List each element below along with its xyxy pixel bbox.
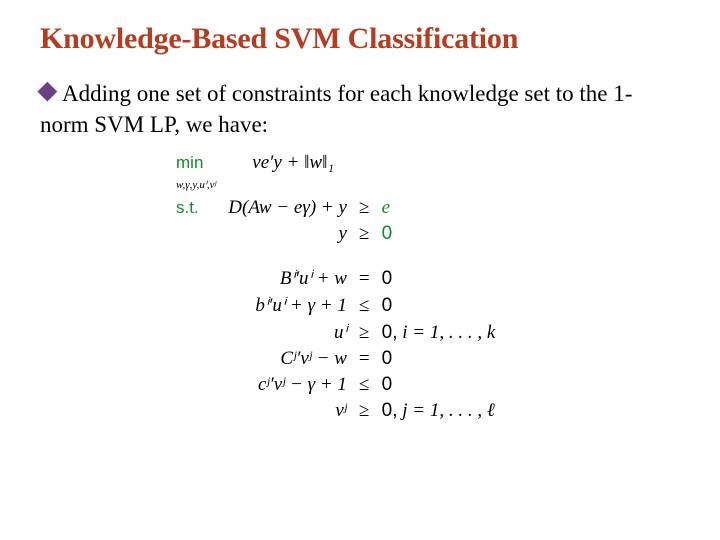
k3-rhs: 0, <box>382 322 398 343</box>
k6-rel: ≥ <box>359 400 369 421</box>
k2-rel: ≤ <box>359 295 369 316</box>
c1-rel: ≥ <box>359 197 369 218</box>
k1-lhs: Bⁱ′uⁱ + w <box>280 268 347 289</box>
k5-lhs: cʲ′vʲ − γ + 1 <box>258 374 347 395</box>
k3-lhs: uⁱ <box>334 322 347 343</box>
k1-rel: = <box>359 268 370 289</box>
k6-tail: j = 1, . . . , ℓ <box>397 400 494 421</box>
k4-rel: = <box>359 348 370 369</box>
k6-lhs: vʲ <box>335 400 347 421</box>
k1-rhs: 0 <box>382 268 393 289</box>
k5-rel: ≤ <box>359 374 369 395</box>
k2-rhs: 0 <box>382 295 393 316</box>
equation-table: min w,γ,y,uⁱ,vʲ νe′y + ‖w‖₁ s.t. D(Aw − … <box>170 150 501 424</box>
k2-lhs: bⁱ′uⁱ + γ + 1 <box>255 295 347 316</box>
c2-rel: ≥ <box>359 223 369 244</box>
lp-formulation: min w,γ,y,uⁱ,vʲ νe′y + ‖w‖₁ s.t. D(Aw − … <box>170 150 680 424</box>
c2-rhs: 0 <box>382 223 393 244</box>
diamond-bullet-icon <box>37 82 57 102</box>
k4-rhs: 0 <box>382 348 393 369</box>
st-label: s.t. <box>176 198 199 217</box>
c2-lhs: y <box>338 223 346 244</box>
min-subscript: w,γ,y,uⁱ,vʲ <box>176 179 216 191</box>
k3-rel: ≥ <box>359 322 369 343</box>
c1-lhs: D(Aw − eγ) + y <box>228 197 347 218</box>
body-paragraph: Adding one set of constraints for each k… <box>40 78 680 140</box>
k4-lhs: Cʲ′vʲ − w <box>280 348 347 369</box>
min-label: min <box>176 153 203 172</box>
objective-expression: νe′y + ‖w‖₁ <box>252 152 334 173</box>
k6-rhs: 0, <box>382 400 398 421</box>
body-text: Adding one set of constraints for each k… <box>40 81 632 137</box>
c1-rhs: e <box>382 197 390 218</box>
slide-container: Knowledge-Based SVM Classification Addin… <box>0 0 720 540</box>
slide-title: Knowledge-Based SVM Classification <box>40 22 680 56</box>
k3-tail: i = 1, . . . , k <box>397 322 495 343</box>
k5-rhs: 0 <box>382 374 393 395</box>
